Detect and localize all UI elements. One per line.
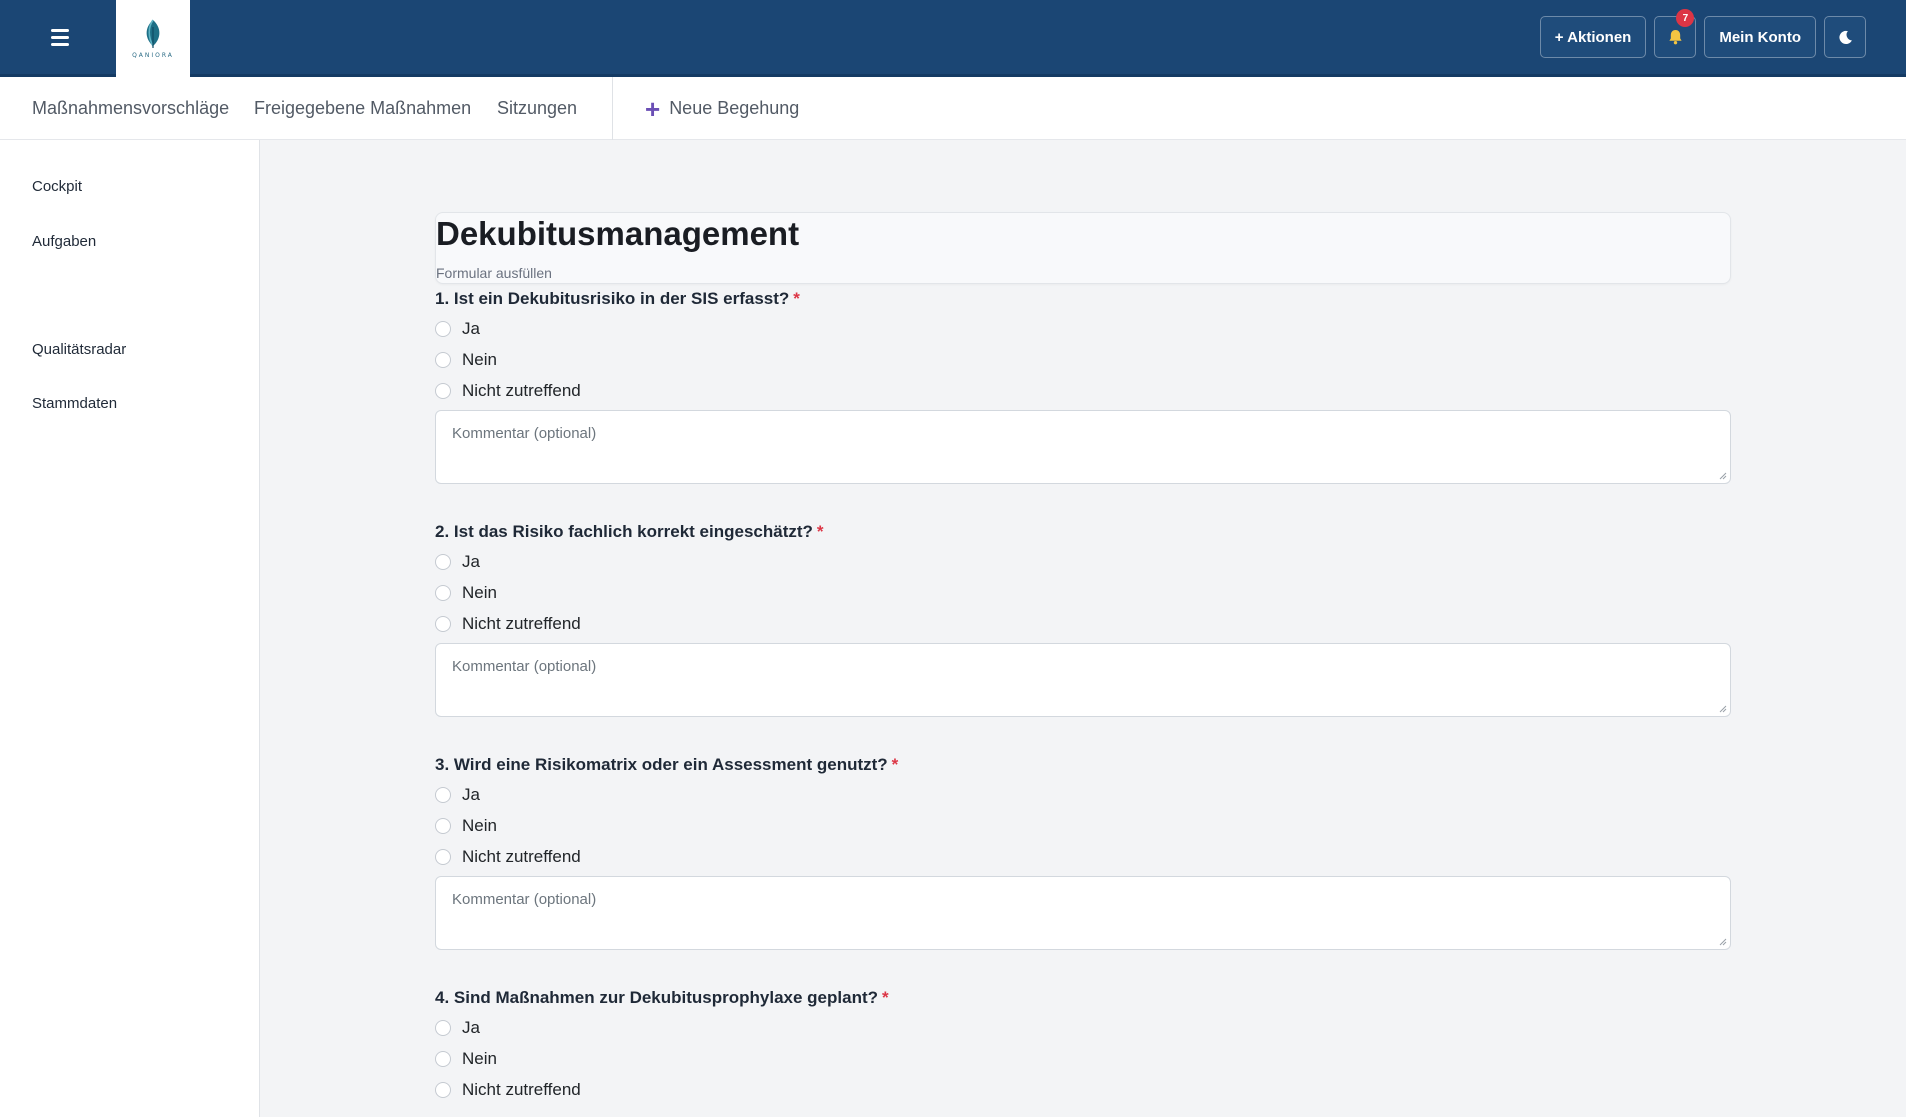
top-header: QANIORA + Aktionen 7 Mein Konto <box>0 0 1906 77</box>
notification-badge: 7 <box>1676 9 1695 27</box>
option-label: Nein <box>462 349 497 369</box>
option-label: Ja <box>462 551 480 571</box>
sub-navigation: Maßnahmensvorschläge Freigegebene Maßnah… <box>0 77 1906 140</box>
logo-text: QANIORA <box>132 51 174 59</box>
radio-button[interactable] <box>435 615 451 632</box>
required-mark: * <box>891 755 899 774</box>
actions-button[interactable]: + Aktionen <box>1539 16 1647 58</box>
header-actions: + Aktionen 7 Mein Konto <box>1539 9 1866 58</box>
new-inspection-link[interactable]: + Neue Begehung <box>645 77 799 140</box>
resize-handle-icon[interactable] <box>1719 938 1727 946</box>
comment-field[interactable]: Kommentar (optional) <box>435 643 1731 717</box>
question-3: 3. Wird eine Risikomatrix oder ein Asses… <box>435 755 1731 950</box>
option-nicht-zutreffend[interactable]: Nicht zutreffend <box>435 841 1731 872</box>
comment-placeholder: Kommentar (optional) <box>452 658 597 675</box>
question-1: 1. Ist ein Dekubitusrisiko in der SIS er… <box>435 289 1731 484</box>
radio-button[interactable] <box>435 848 451 865</box>
question-text: 3. Wird eine Risikomatrix oder ein Asses… <box>435 755 888 774</box>
sidebar-item-aufgaben[interactable]: Aufgaben <box>32 233 96 250</box>
subnav-divider <box>612 77 613 140</box>
option-ja[interactable]: Ja <box>435 1012 1731 1043</box>
option-label: Nein <box>462 1048 497 1068</box>
question-label: 2. Ist das Risiko fachlich korrekt einge… <box>435 522 1731 546</box>
option-nein[interactable]: Nein <box>435 344 1731 375</box>
form-header-card: Dekubitusmanagement Formular ausfüllen <box>435 212 1731 284</box>
radio-button[interactable] <box>435 351 451 368</box>
radio-button[interactable] <box>435 1050 451 1067</box>
subnav-freigegebene-massnahmen[interactable]: Freigegebene Maßnahmen <box>254 77 471 140</box>
radio-button[interactable] <box>435 320 451 337</box>
radio-button[interactable] <box>435 584 451 601</box>
option-label: Ja <box>462 784 480 804</box>
app-logo[interactable]: QANIORA <box>116 0 190 77</box>
radio-button[interactable] <box>435 1081 451 1098</box>
required-mark: * <box>882 988 889 1007</box>
option-label: Ja <box>462 318 480 338</box>
option-nein[interactable]: Nein <box>435 577 1731 608</box>
option-ja[interactable]: Ja <box>435 779 1731 810</box>
actions-label: + Aktionen <box>1554 28 1632 46</box>
radio-button[interactable] <box>435 553 451 570</box>
option-label: Nein <box>462 582 497 602</box>
option-label: Nicht zutreffend <box>462 846 581 866</box>
comment-field[interactable]: Kommentar (optional) <box>435 410 1731 484</box>
question-label: 4. Sind Maßnahmen zur Dekubitusprophylax… <box>435 988 1731 1012</box>
question-label: 3. Wird eine Risikomatrix oder ein Asses… <box>435 755 1731 779</box>
subnav-sitzungen[interactable]: Sitzungen <box>497 77 577 140</box>
question-2: 2. Ist das Risiko fachlich korrekt einge… <box>435 522 1731 717</box>
sidebar-item-stammdaten[interactable]: Stammdaten <box>32 395 117 412</box>
option-label: Nein <box>462 815 497 835</box>
comment-field[interactable]: Kommentar (optional) <box>435 876 1731 950</box>
question-4: 4. Sind Maßnahmen zur Dekubitusprophylax… <box>435 988 1731 1105</box>
option-nein[interactable]: Nein <box>435 1043 1731 1074</box>
option-nicht-zutreffend[interactable]: Nicht zutreffend <box>435 608 1731 639</box>
comment-placeholder: Kommentar (optional) <box>452 891 597 908</box>
radio-button[interactable] <box>435 786 451 803</box>
radio-button[interactable] <box>435 382 451 399</box>
option-nicht-zutreffend[interactable]: Nicht zutreffend <box>435 375 1731 406</box>
sidebar: Cockpit Aufgaben Qualitätsradar Stammdat… <box>0 140 260 1117</box>
theme-toggle-button[interactable] <box>1824 16 1866 58</box>
notifications-button[interactable]: 7 <box>1654 9 1697 58</box>
comment-placeholder: Kommentar (optional) <box>452 425 597 442</box>
account-button[interactable]: Mein Konto <box>1704 16 1816 58</box>
bell-icon <box>1669 29 1682 45</box>
option-ja[interactable]: Ja <box>435 313 1731 344</box>
question-text: 4. Sind Maßnahmen zur Dekubitusprophylax… <box>435 988 879 1007</box>
option-label: Nicht zutreffend <box>462 1079 581 1099</box>
account-label: Mein Konto <box>1719 28 1801 46</box>
form-subtitle: Formular ausfüllen <box>436 265 552 281</box>
radio-button[interactable] <box>435 1019 451 1036</box>
plus-icon: + <box>645 93 661 124</box>
radio-button[interactable] <box>435 817 451 834</box>
option-nein[interactable]: Nein <box>435 810 1731 841</box>
menu-icon[interactable] <box>48 29 72 47</box>
required-mark: * <box>793 289 800 308</box>
subnav-massnahmensvorschlaege[interactable]: Maßnahmensvorschläge <box>32 77 229 140</box>
sidebar-item-cockpit[interactable]: Cockpit <box>32 178 82 195</box>
option-nicht-zutreffend[interactable]: Nicht zutreffend <box>435 1074 1731 1105</box>
question-text: 2. Ist das Risiko fachlich korrekt einge… <box>435 522 813 541</box>
form-title: Dekubitusmanagement <box>436 215 800 252</box>
resize-handle-icon[interactable] <box>1719 472 1727 480</box>
leaf-logo-icon <box>146 19 160 48</box>
option-label: Nicht zutreffend <box>462 380 581 400</box>
option-ja[interactable]: Ja <box>435 546 1731 577</box>
option-label: Nicht zutreffend <box>462 613 581 633</box>
resize-handle-icon[interactable] <box>1719 705 1727 713</box>
required-mark: * <box>816 522 824 541</box>
moon-icon <box>1838 30 1852 44</box>
new-inspection-label: Neue Begehung <box>669 98 800 118</box>
option-label: Ja <box>462 1017 480 1037</box>
question-text: 1. Ist ein Dekubitusrisiko in der SIS er… <box>435 289 790 308</box>
question-label: 1. Ist ein Dekubitusrisiko in der SIS er… <box>435 289 1731 313</box>
sidebar-item-qualitaetsradar[interactable]: Qualitätsradar <box>32 341 126 358</box>
